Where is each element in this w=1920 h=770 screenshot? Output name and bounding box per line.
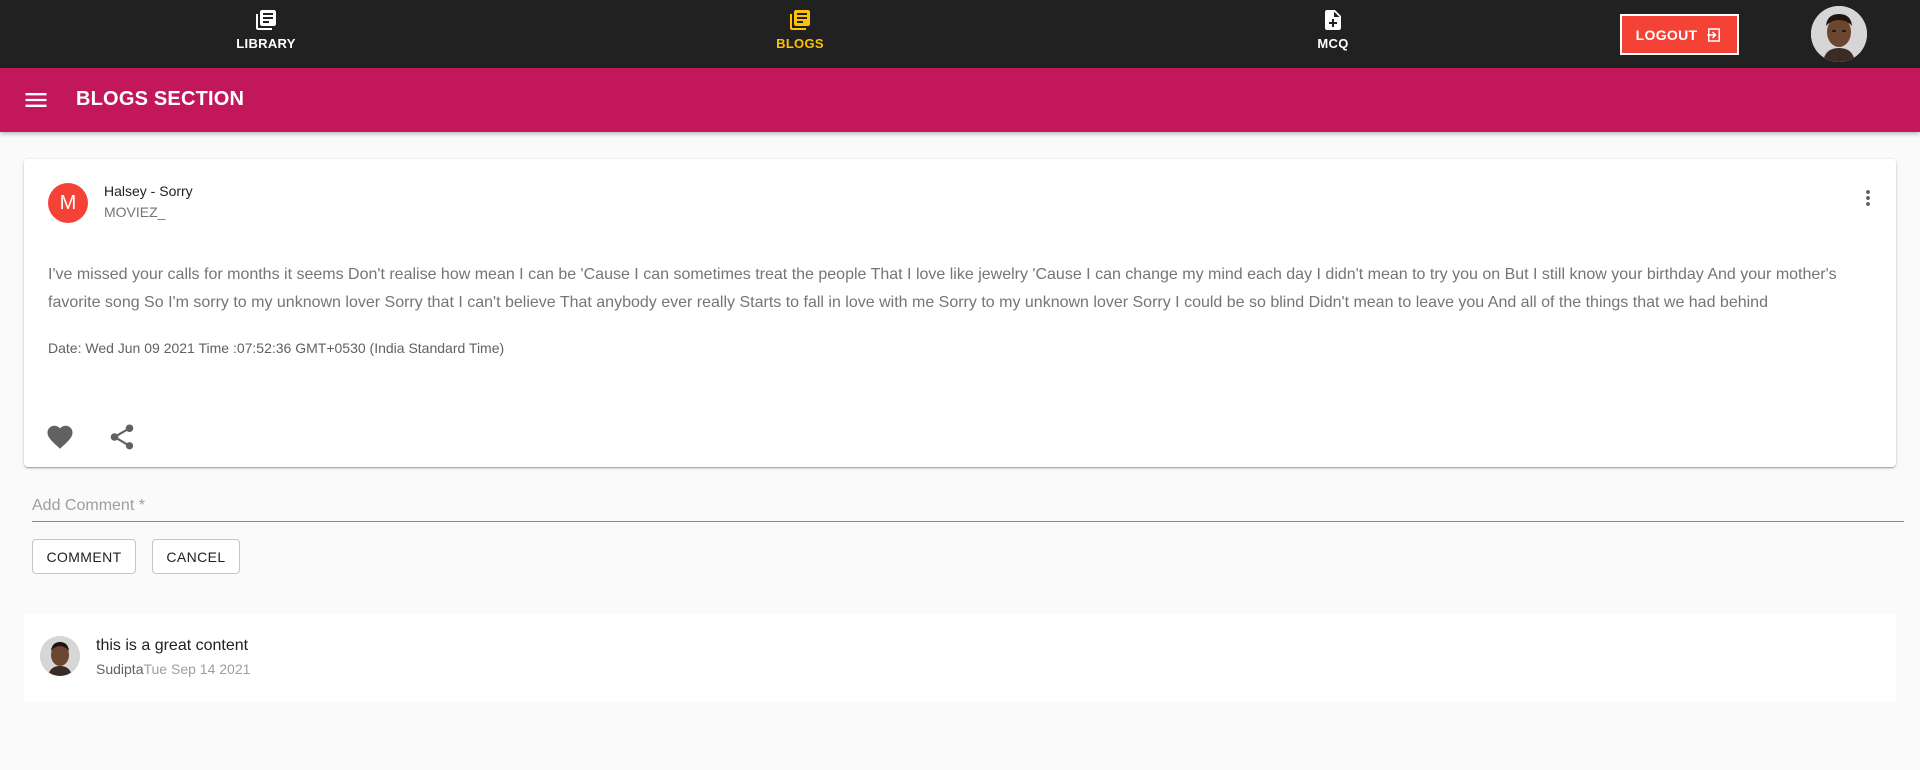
comment-text: this is a great content [96, 637, 249, 654]
commenter-avatar [40, 636, 80, 676]
comment-user: Sudipta [96, 661, 144, 677]
share-icon[interactable] [107, 422, 137, 452]
post-date: Date: Wed Jun 09 2021 Time :07:52:36 GMT… [48, 340, 505, 356]
nav-item-library[interactable]: LIBRARY [196, 8, 336, 51]
library-books-icon [790, 10, 810, 30]
nav-item-blogs[interactable]: BLOGS [730, 8, 870, 51]
logout-button[interactable]: LOGOUT [1620, 14, 1739, 55]
more-vert-icon[interactable] [1856, 186, 1880, 210]
commenter-photo-icon [40, 636, 80, 676]
nav-item-mcq[interactable]: MCQ [1263, 8, 1403, 51]
user-photo-icon [1811, 6, 1867, 62]
nav-label-blogs: BLOGS [776, 36, 824, 51]
logout-label: LOGOUT [1635, 26, 1698, 43]
comment-meta: SudiptaTue Sep 14 2021 [96, 661, 250, 677]
cancel-button[interactable]: CANCEL [152, 539, 240, 574]
comment-input[interactable] [32, 492, 1904, 520]
exit-icon [1707, 27, 1721, 42]
app-bar: BLOGS SECTION [0, 68, 1920, 132]
library-books-icon [256, 10, 276, 30]
nav-label-mcq: MCQ [1317, 36, 1349, 51]
user-avatar[interactable] [1811, 6, 1867, 62]
nav-label-library: LIBRARY [236, 36, 296, 51]
post-author-avatar: M [48, 183, 88, 223]
comment-button[interactable]: COMMENT [32, 539, 136, 574]
note-add-icon [1325, 10, 1341, 30]
comment-date: Tue Sep 14 2021 [143, 661, 251, 677]
post-body: I've missed your calls for months it see… [48, 266, 1837, 311]
page-title: BLOGS SECTION [76, 88, 245, 110]
top-navigation: LIBRARY BLOGS MCQ LOGOUT [0, 0, 1920, 68]
menu-icon[interactable] [22, 86, 50, 114]
comment-item: this is a great content SudiptaTue Sep 1… [24, 614, 1896, 702]
heart-icon[interactable] [45, 422, 75, 452]
post-author: MOVIEZ_ [104, 204, 166, 220]
post-title: Halsey - Sorry [104, 183, 193, 199]
blog-post-card: M Halsey - Sorry MOVIEZ_ I've missed you… [24, 159, 1896, 467]
comment-field [32, 492, 1904, 522]
